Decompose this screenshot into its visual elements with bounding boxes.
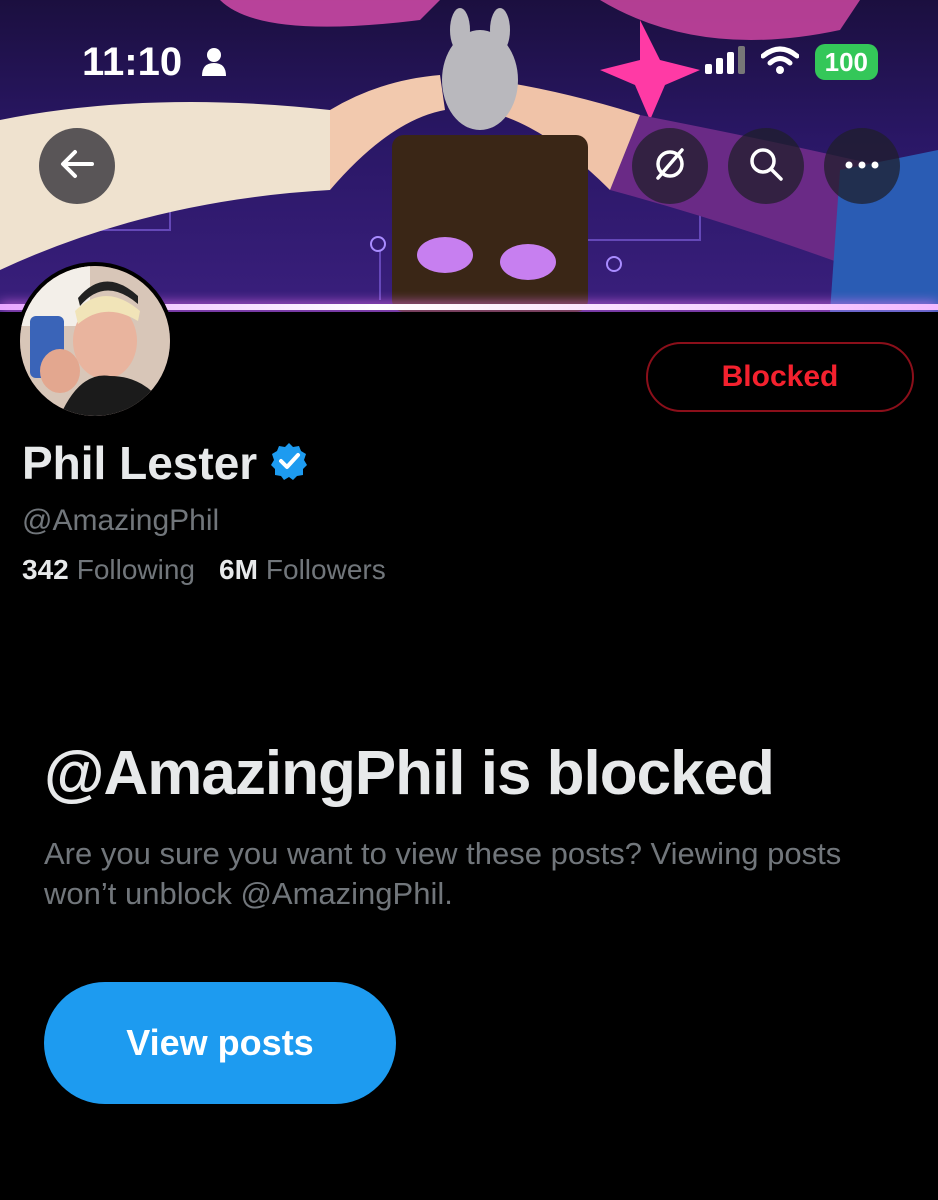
- more-button[interactable]: [824, 128, 900, 204]
- signal-icon: [704, 45, 745, 79]
- profile-handle: @AmazingPhil: [22, 504, 220, 537]
- verified-badge-icon: [269, 441, 309, 486]
- blocked-button[interactable]: Blocked: [646, 342, 914, 412]
- followers-label: Followers: [265, 554, 386, 585]
- wifi-icon: [760, 46, 800, 79]
- followers-count: 6M: [219, 554, 258, 585]
- search-button[interactable]: [728, 128, 804, 204]
- avatar[interactable]: [16, 262, 174, 420]
- grok-button[interactable]: [632, 128, 708, 204]
- status-icons: 100: [704, 44, 878, 80]
- status-time: 11:10: [82, 40, 227, 87]
- back-arrow-icon: [60, 149, 94, 184]
- battery-indicator: 100: [814, 44, 878, 80]
- profile-stats: 342 Following 6M Followers: [22, 554, 386, 586]
- search-icon: [748, 146, 784, 187]
- profile-name-row: Phil Lester: [22, 436, 309, 490]
- blocked-message: Are you sure you want to view these post…: [44, 836, 842, 911]
- following-label: Following: [76, 554, 195, 585]
- time-text: 11:10: [82, 40, 183, 84]
- status-bar: 11:10 100: [0, 0, 938, 120]
- more-icon: [844, 157, 880, 175]
- person-icon: [201, 42, 227, 87]
- view-posts-button[interactable]: View posts: [44, 982, 396, 1104]
- blocked-title: @AmazingPhil is blocked: [44, 739, 775, 808]
- followers-stat[interactable]: 6M Followers: [219, 554, 386, 586]
- following-count: 342: [22, 554, 69, 585]
- display-name: Phil Lester: [22, 437, 258, 489]
- back-button[interactable]: [39, 128, 115, 204]
- grok-icon: [652, 146, 688, 187]
- avatar-image: [20, 266, 170, 416]
- following-stat[interactable]: 342 Following: [22, 554, 195, 586]
